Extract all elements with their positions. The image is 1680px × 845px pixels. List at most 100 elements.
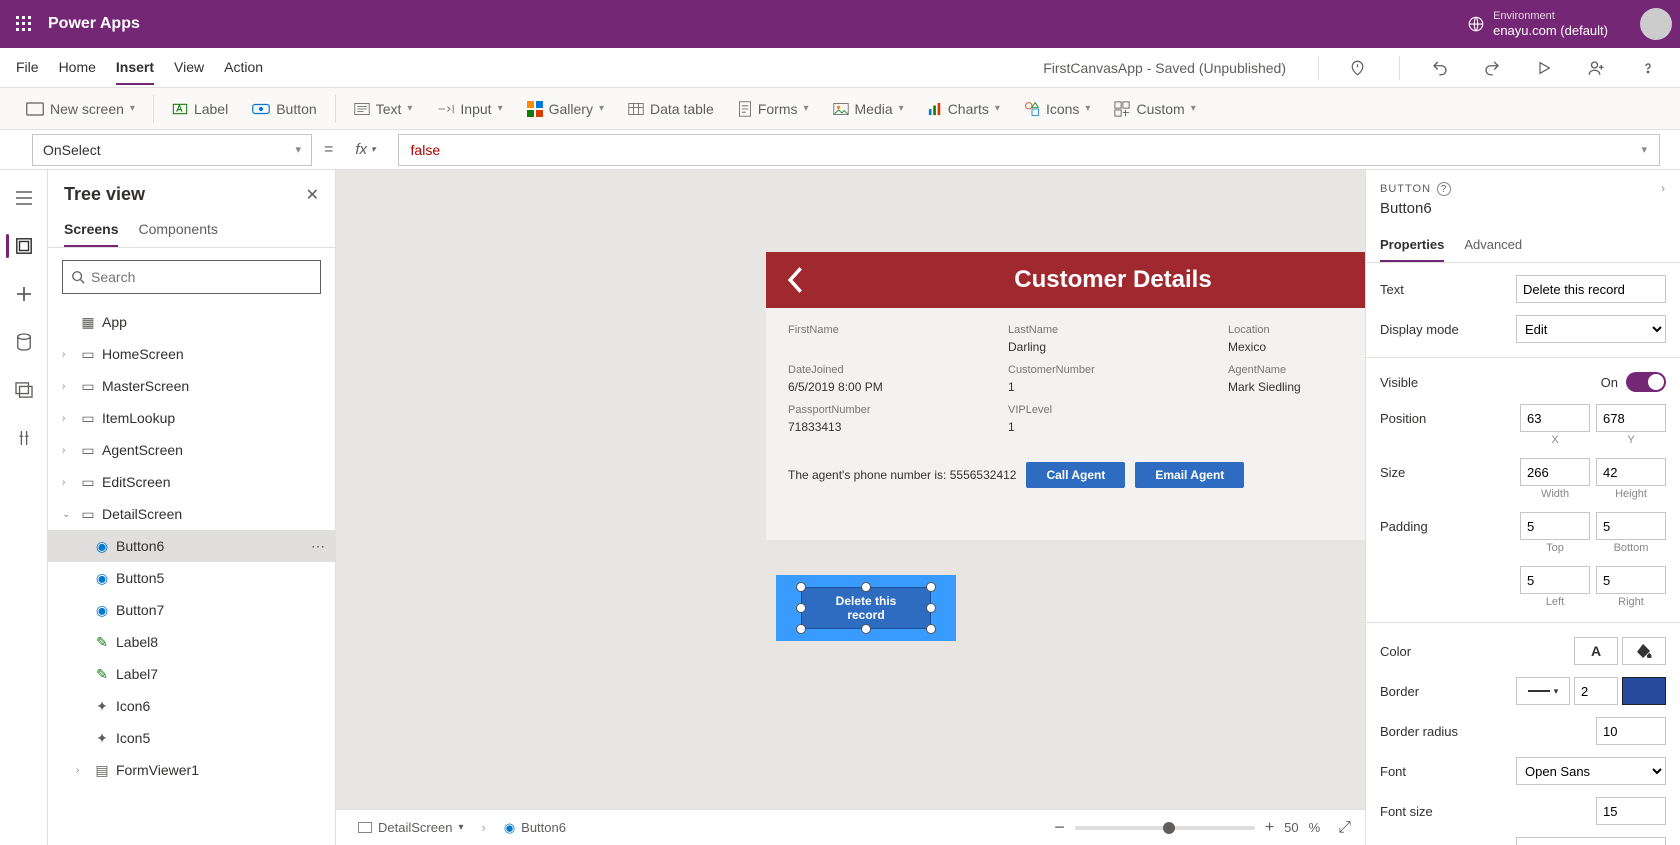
tree-label8[interactable]: ✎Label8 xyxy=(48,626,335,658)
tree-screen-home[interactable]: ›▭HomeScreen xyxy=(48,338,335,370)
app-checker-icon[interactable] xyxy=(1343,52,1375,84)
tree-button5[interactable]: ◉Button5 xyxy=(48,562,335,594)
tree-button6[interactable]: ◉Button6⋯ xyxy=(48,530,335,562)
close-icon[interactable]: ✕ xyxy=(306,185,319,205)
tab-components[interactable]: Components xyxy=(138,213,217,247)
zoom-out-icon[interactable]: − xyxy=(1054,817,1065,838)
tree-button7[interactable]: ◉Button7 xyxy=(48,594,335,626)
prop-border-width[interactable] xyxy=(1574,677,1618,705)
tree-screen-detail[interactable]: ⌄▭DetailScreen xyxy=(48,498,335,530)
button-button[interactable]: Button xyxy=(242,95,326,123)
undo-icon[interactable] xyxy=(1424,52,1456,84)
rail-hamburger-icon[interactable] xyxy=(4,178,44,218)
label-button[interactable]: Label xyxy=(162,95,238,123)
resize-handle[interactable] xyxy=(926,603,936,613)
prop-font-color[interactable]: A xyxy=(1574,637,1618,665)
tree-screen-master[interactable]: ›▭MasterScreen xyxy=(48,370,335,402)
tree-icon6[interactable]: ✦Icon6 xyxy=(48,690,335,722)
tree-screen-edit[interactable]: ›▭EditScreen xyxy=(48,466,335,498)
resize-handle[interactable] xyxy=(861,624,871,634)
prop-size-w[interactable] xyxy=(1520,458,1590,486)
share-icon[interactable] xyxy=(1580,52,1612,84)
call-agent-button[interactable]: Call Agent xyxy=(1026,462,1125,488)
resize-handle[interactable] xyxy=(796,582,806,592)
prop-pad-bottom[interactable] xyxy=(1596,512,1666,540)
menu-view[interactable]: View xyxy=(174,51,204,85)
avatar[interactable] xyxy=(1640,8,1672,40)
info-icon[interactable]: ? xyxy=(1437,182,1451,196)
search-input[interactable] xyxy=(91,269,312,285)
charts-dropdown[interactable]: Charts▾ xyxy=(918,95,1010,123)
fx-label[interactable]: fx▾ xyxy=(345,141,385,158)
props-tab-advanced[interactable]: Advanced xyxy=(1464,229,1522,262)
prop-border-color[interactable] xyxy=(1622,677,1666,705)
delete-record-button[interactable]: Delete this record xyxy=(801,587,931,629)
property-dropdown[interactable]: OnSelect▾ xyxy=(32,134,312,166)
breadcrumb-screen[interactable]: DetailScreen▾ xyxy=(350,816,471,839)
rail-tools-icon[interactable] xyxy=(4,418,44,458)
tree-icon5[interactable]: ✦Icon5 xyxy=(48,722,335,754)
selection-outline[interactable]: Delete this record xyxy=(776,575,956,641)
redo-icon[interactable] xyxy=(1476,52,1508,84)
rail-media-icon[interactable] xyxy=(4,370,44,410)
icons-dropdown[interactable]: Icons▾ xyxy=(1014,95,1101,123)
tab-screens[interactable]: Screens xyxy=(64,213,118,247)
tree-search[interactable] xyxy=(62,260,321,294)
resize-handle[interactable] xyxy=(796,624,806,634)
waffle-icon[interactable] xyxy=(8,8,40,40)
new-screen-button[interactable]: New screen▾ xyxy=(16,95,145,123)
email-agent-button[interactable]: Email Agent xyxy=(1135,462,1244,488)
gallery-dropdown[interactable]: Gallery▾ xyxy=(517,95,614,123)
prop-pad-top[interactable] xyxy=(1520,512,1590,540)
tree-screen-itemlookup[interactable]: ›▭ItemLookup xyxy=(48,402,335,434)
tree-app[interactable]: ▦App xyxy=(48,306,335,338)
tree-label7[interactable]: ✎Label7 xyxy=(48,658,335,690)
prop-pad-left[interactable] xyxy=(1520,566,1590,594)
menu-home[interactable]: Home xyxy=(59,51,96,85)
prop-font-select[interactable]: Open Sans xyxy=(1516,757,1666,785)
canvas[interactable]: Customer Details FirstName LastNameDarli… xyxy=(336,170,1365,845)
prop-visible-toggle[interactable] xyxy=(1626,372,1666,392)
forms-dropdown[interactable]: Forms▾ xyxy=(728,95,819,123)
datatable-button[interactable]: Data table xyxy=(618,95,724,123)
prop-font-weight[interactable]: Semibold xyxy=(1516,837,1666,845)
prop-border-radius[interactable] xyxy=(1596,717,1666,745)
custom-dropdown[interactable]: Custom▾ xyxy=(1104,95,1205,123)
media-dropdown[interactable]: Media▾ xyxy=(823,95,914,123)
prop-pad-right[interactable] xyxy=(1596,566,1666,594)
props-tab-properties[interactable]: Properties xyxy=(1380,229,1444,262)
fit-icon[interactable]: ⤢ xyxy=(1338,819,1351,837)
menu-insert[interactable]: Insert xyxy=(116,51,154,85)
resize-handle[interactable] xyxy=(926,582,936,592)
prop-font-size[interactable] xyxy=(1596,797,1666,825)
breadcrumb-control[interactable]: ◉Button6 xyxy=(496,816,574,840)
rail-tree-icon[interactable] xyxy=(4,226,44,266)
formula-input[interactable]: false ▾ xyxy=(398,134,1660,166)
help-icon[interactable] xyxy=(1632,52,1664,84)
more-icon[interactable]: ⋯ xyxy=(311,538,325,555)
prop-pos-y[interactable] xyxy=(1596,404,1666,432)
play-icon[interactable] xyxy=(1528,52,1560,84)
prop-fill-color[interactable] xyxy=(1622,637,1666,665)
prop-size-h[interactable] xyxy=(1596,458,1666,486)
resize-handle[interactable] xyxy=(926,624,936,634)
environment-picker[interactable]: Environment enayu.com (default) xyxy=(1467,10,1608,38)
prop-border-style[interactable]: ▾ xyxy=(1516,677,1570,705)
resize-handle[interactable] xyxy=(796,603,806,613)
text-dropdown[interactable]: Text▾ xyxy=(344,95,423,123)
input-dropdown[interactable]: Input▾ xyxy=(426,95,512,123)
tree-screen-agent[interactable]: ›▭AgentScreen xyxy=(48,434,335,466)
prop-text-input[interactable] xyxy=(1516,275,1666,303)
rail-insert-icon[interactable] xyxy=(4,274,44,314)
resize-handle[interactable] xyxy=(861,582,871,592)
zoom-slider[interactable] xyxy=(1075,826,1255,830)
chevron-right-icon[interactable]: › xyxy=(1661,183,1666,195)
tree-formviewer1[interactable]: ›▤FormViewer1 xyxy=(48,754,335,786)
menu-action[interactable]: Action xyxy=(224,51,263,85)
menu-file[interactable]: File xyxy=(16,51,39,85)
prop-pos-x[interactable] xyxy=(1520,404,1590,432)
zoom-in-icon[interactable]: + xyxy=(1265,819,1274,837)
back-icon[interactable] xyxy=(786,266,806,294)
prop-displaymode-select[interactable]: Edit xyxy=(1516,315,1666,343)
rail-data-icon[interactable] xyxy=(4,322,44,362)
